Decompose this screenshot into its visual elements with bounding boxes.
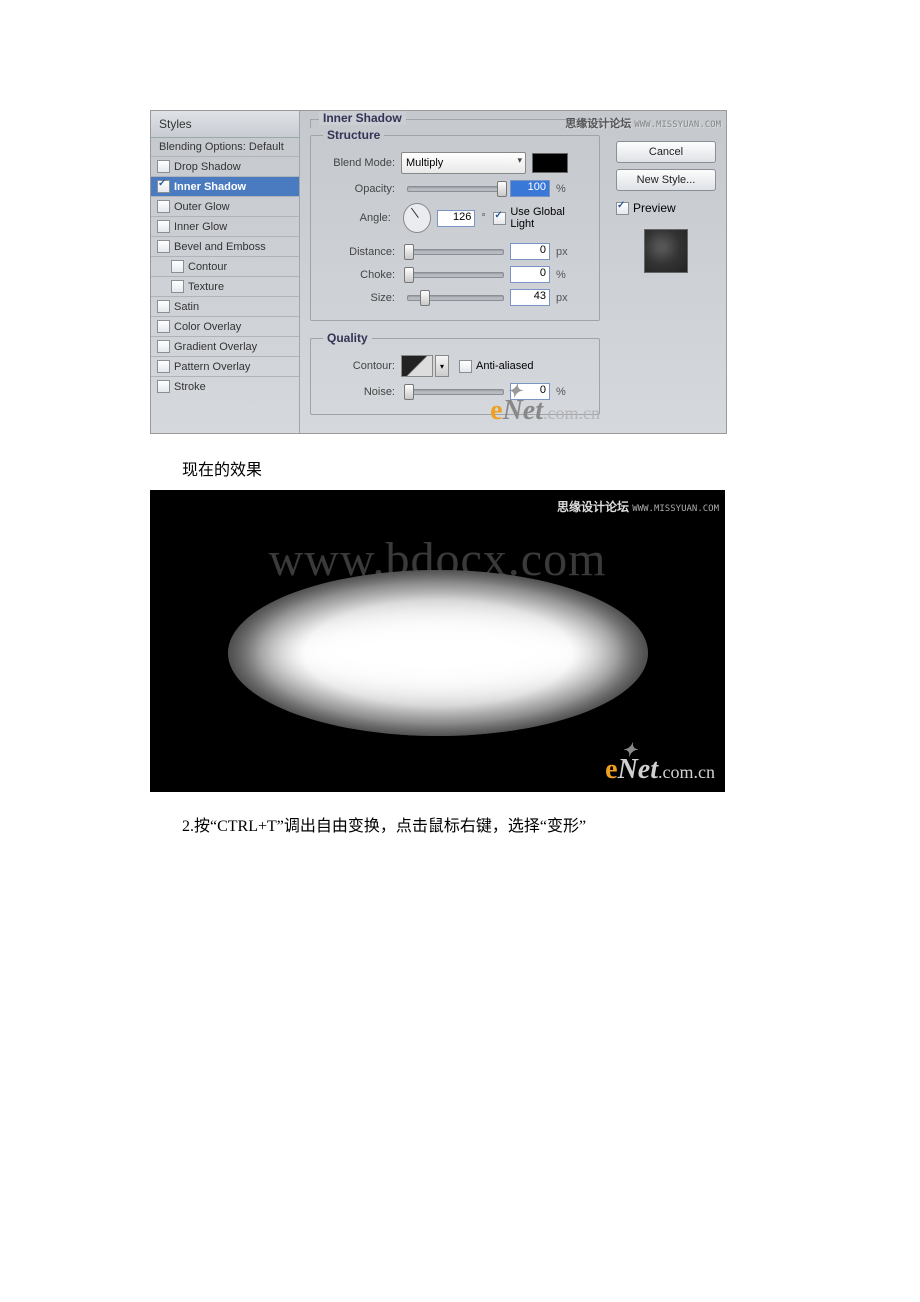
enet-logo: ✦ eNet.com.cn xyxy=(605,754,715,786)
choke-label: Choke: xyxy=(323,269,395,281)
antialiased-checkbox[interactable] xyxy=(459,360,472,373)
preview-swatch xyxy=(644,229,688,273)
size-slider[interactable] xyxy=(407,295,504,301)
noise-slider[interactable] xyxy=(407,389,504,395)
distance-slider[interactable] xyxy=(407,249,504,255)
style-satin[interactable]: Satin xyxy=(151,297,299,317)
angle-dial[interactable] xyxy=(403,203,431,233)
choke-input[interactable]: 0 xyxy=(510,266,550,283)
global-light-checkbox[interactable] xyxy=(493,212,506,225)
styles-column: Styles Blending Options: Default Drop Sh… xyxy=(151,111,300,433)
structure-group: Structure Blend Mode: Multiply Opacity: … xyxy=(310,128,600,321)
caption-current-effect: 现在的效果 xyxy=(182,456,920,480)
style-bevel-emboss[interactable]: Bevel and Emboss xyxy=(151,237,299,257)
glow-ellipse xyxy=(228,570,648,736)
dialog-buttons: OK Cancel New Style... Preview xyxy=(610,111,726,433)
new-style-button[interactable]: New Style... xyxy=(616,169,716,191)
preview-label: Preview xyxy=(633,201,676,215)
style-stroke[interactable]: Stroke xyxy=(151,377,299,396)
opacity-label: Opacity: xyxy=(323,183,395,195)
contour-dropdown-button[interactable]: ▾ xyxy=(435,355,449,377)
style-color-overlay[interactable]: Color Overlay xyxy=(151,317,299,337)
cancel-button[interactable]: Cancel xyxy=(616,141,716,163)
choke-slider[interactable] xyxy=(407,272,504,278)
style-texture[interactable]: Texture xyxy=(151,277,299,297)
layer-style-dialog: 思缘设计论坛 WWW.MISSYUAN.COM Styles Blending … xyxy=(150,110,727,434)
opacity-input[interactable]: 100 xyxy=(510,180,550,197)
style-gradient-overlay[interactable]: Gradient Overlay xyxy=(151,337,299,357)
style-outer-glow[interactable]: Outer Glow xyxy=(151,197,299,217)
quality-legend: Quality xyxy=(323,331,372,345)
styles-header: Styles xyxy=(151,111,299,138)
watermark: 思缘设计论坛 WWW.MISSYUAN.COM xyxy=(557,498,719,515)
antialiased-label: Anti-aliased xyxy=(476,360,533,372)
style-pattern-overlay[interactable]: Pattern Overlay xyxy=(151,357,299,377)
size-input[interactable]: 43 xyxy=(510,289,550,306)
blend-mode-label: Blend Mode: xyxy=(323,157,395,169)
instruction-step-2: 2.按“CTRL+T”调出自由变换，点击鼠标右键，选择“变形” xyxy=(182,812,920,836)
opacity-unit: % xyxy=(556,183,566,195)
noise-label: Noise: xyxy=(323,386,395,398)
choke-unit: % xyxy=(556,269,566,281)
style-inner-glow[interactable]: Inner Glow xyxy=(151,217,299,237)
distance-label: Distance: xyxy=(323,246,395,258)
panel-title: Inner Shadow xyxy=(319,111,406,125)
butterfly-icon: ✦ xyxy=(622,740,637,761)
result-preview: 思缘设计论坛 WWW.MISSYUAN.COM www.bdocx.com ✦ … xyxy=(150,490,725,792)
blend-mode-dropdown[interactable]: Multiply xyxy=(401,152,526,174)
style-drop-shadow[interactable]: Drop Shadow xyxy=(151,157,299,177)
structure-legend: Structure xyxy=(323,128,384,142)
contour-label: Contour: xyxy=(323,360,395,372)
settings-panel: Inner Shadow Structure Blend Mode: Multi… xyxy=(300,111,610,433)
blending-options-item[interactable]: Blending Options: Default xyxy=(151,138,299,157)
enet-logo: ✦ eNet.com.cn xyxy=(490,395,600,427)
watermark: 思缘设计论坛 WWW.MISSYUAN.COM xyxy=(565,115,721,131)
angle-label: Angle: xyxy=(323,212,391,224)
angle-unit: ° xyxy=(481,212,485,224)
angle-input[interactable]: 126 xyxy=(437,210,475,227)
style-contour[interactable]: Contour xyxy=(151,257,299,277)
distance-unit: px xyxy=(556,246,568,258)
shadow-color-swatch[interactable] xyxy=(532,153,568,173)
style-inner-shadow[interactable]: Inner Shadow xyxy=(151,177,299,197)
distance-input[interactable]: 0 xyxy=(510,243,550,260)
size-label: Size: xyxy=(323,292,395,304)
size-unit: px xyxy=(556,292,568,304)
opacity-slider[interactable] xyxy=(407,186,504,192)
global-light-label: Use Global Light xyxy=(510,206,587,230)
butterfly-icon: ✦ xyxy=(507,381,522,402)
contour-thumb[interactable] xyxy=(401,355,433,377)
preview-checkbox[interactable] xyxy=(616,202,629,215)
